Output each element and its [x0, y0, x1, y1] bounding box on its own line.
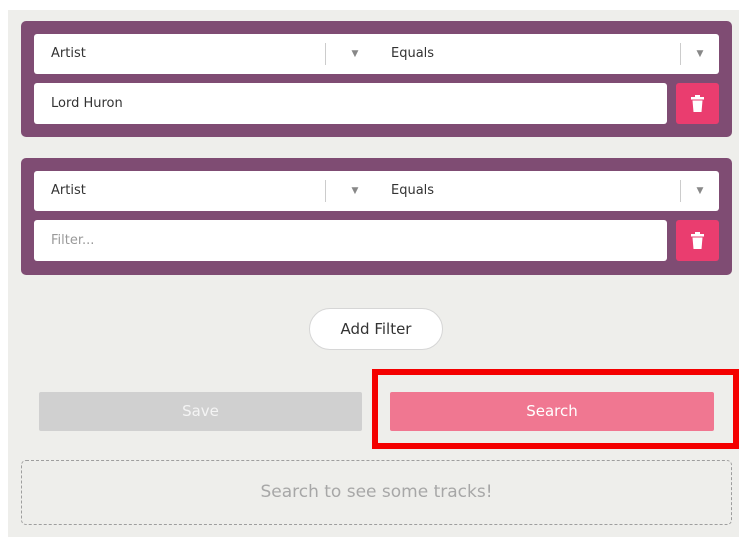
chevron-down-icon[interactable]: ▼ — [694, 46, 706, 60]
operator-select-value: Equals — [391, 46, 435, 61]
filter-value-input[interactable] — [34, 83, 667, 124]
delete-filter-button[interactable] — [676, 220, 719, 261]
chevron-down-icon[interactable]: ▼ — [349, 46, 361, 60]
select-separator — [680, 43, 681, 65]
add-filter-button[interactable]: Add Filter — [309, 308, 443, 350]
select-separator — [325, 43, 326, 65]
field-select[interactable]: Artist ▼ — [34, 34, 385, 74]
save-button[interactable]: Save — [39, 392, 362, 431]
chevron-down-icon[interactable]: ▼ — [694, 183, 706, 197]
operator-select-value: Equals — [391, 183, 435, 198]
field-select-value: Artist — [51, 46, 86, 61]
trash-icon — [691, 95, 704, 112]
search-highlight-box — [372, 369, 739, 449]
delete-filter-button[interactable] — [676, 83, 719, 124]
filter-value-input[interactable] — [34, 220, 667, 261]
operator-select[interactable]: Equals ▼ — [374, 34, 719, 74]
results-placeholder: Search to see some tracks! — [21, 460, 732, 525]
filter-card: Artist ▼ Equals ▼ — [21, 21, 732, 137]
select-separator — [325, 180, 326, 202]
chevron-down-icon[interactable]: ▼ — [349, 183, 361, 197]
trash-icon — [691, 232, 704, 249]
operator-select[interactable]: Equals ▼ — [374, 171, 719, 211]
filter-card: Artist ▼ Equals ▼ — [21, 158, 732, 275]
field-select[interactable]: Artist ▼ — [34, 171, 385, 211]
field-select-value: Artist — [51, 183, 86, 198]
select-separator — [680, 180, 681, 202]
